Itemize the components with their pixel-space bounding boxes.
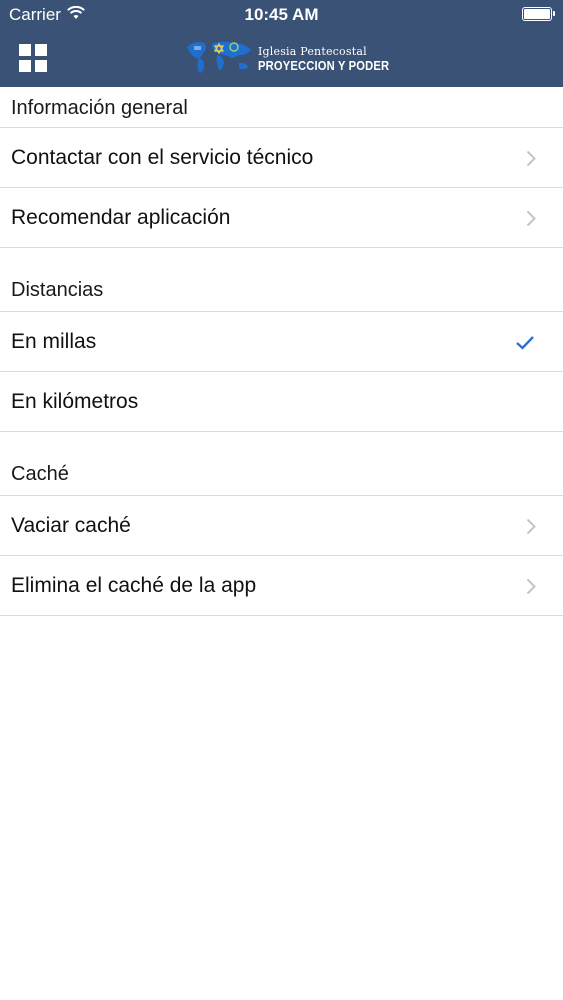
row-contactar-servicio-tecnico[interactable]: Contactar con el servicio técnico [0, 128, 563, 188]
battery-icon [522, 7, 555, 21]
settings-list: Información general Contactar con el ser… [0, 87, 563, 616]
checkmark-icon [516, 336, 534, 350]
row-recomendar-aplicacion[interactable]: Recomendar aplicación [0, 188, 563, 248]
section-header-informacion-general: Información general [0, 87, 563, 128]
section-header-cache: Caché [0, 454, 563, 496]
grid-menu-icon[interactable] [19, 44, 47, 72]
row-label: Contactar con el servicio técnico [11, 145, 314, 169]
top-bar: Carrier 10:45 AM Iglesia Pentecostal PRO… [0, 0, 563, 87]
row-label: Vaciar caché [11, 513, 131, 537]
logo-line-1: Iglesia Pentecostal [258, 45, 367, 58]
row-label: En kilómetros [11, 389, 139, 413]
chevron-right-icon [526, 210, 536, 227]
row-en-millas[interactable]: En millas [0, 312, 563, 372]
logo-line-2: PROYECCION Y PODER [258, 58, 390, 73]
chevron-right-icon [526, 150, 536, 167]
row-vaciar-cache[interactable]: Vaciar caché [0, 496, 563, 556]
row-label: Recomendar aplicación [11, 205, 231, 229]
app-logo: Iglesia Pentecostal PROYECCION Y PODER [184, 36, 389, 78]
chevron-right-icon [526, 578, 536, 595]
clock: 10:45 AM [244, 5, 319, 24]
row-elimina-cache-app[interactable]: Elimina el caché de la app [0, 556, 563, 616]
chevron-right-icon [526, 518, 536, 535]
row-label: En millas [11, 329, 97, 353]
row-en-kilometros[interactable]: En kilómetros [0, 372, 563, 432]
world-map-icon [184, 38, 254, 76]
section-header-distancias: Distancias [0, 270, 563, 312]
status-bar: Carrier 10:45 AM [0, 0, 563, 30]
row-label: Elimina el caché de la app [11, 573, 257, 597]
